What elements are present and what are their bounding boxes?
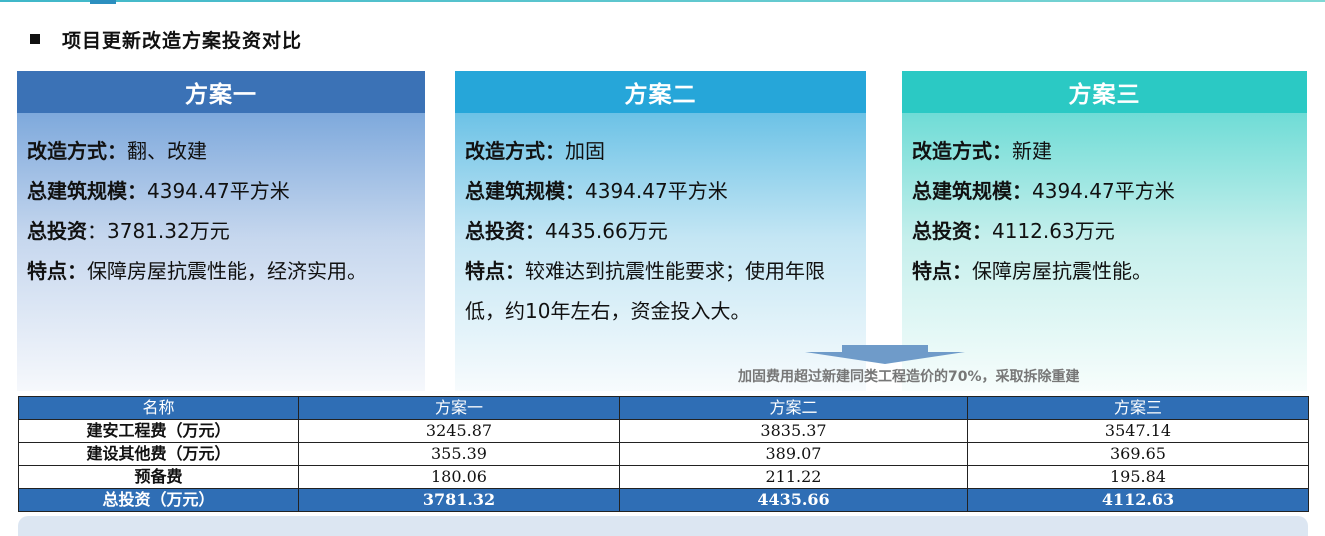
plan-field-scale: 总建筑规模：4394.47平方米	[912, 179, 1175, 203]
plan-card-text: 改造方式：新建 总建筑规模：4394.47平方米 总投资：4112.63万元 特…	[902, 113, 1307, 291]
field-label: 改造方式	[465, 139, 545, 163]
square-bullet-icon	[30, 34, 40, 44]
field-label: 总建筑规模	[465, 179, 565, 203]
plan-field-features: 特点：较难达到抗震性能要求；使用年限低，约10年左右，资金投入大。	[465, 259, 825, 323]
table-header-row: 名称 方案一 方案二 方案三	[18, 396, 1309, 420]
field-value: 4435.66万元	[545, 219, 668, 243]
plan-card-title: 方案一	[17, 71, 425, 113]
table-row: 预备费 180.06 211.22 195.84	[18, 465, 1309, 489]
row-value: 3245.87	[298, 419, 620, 443]
field-value: 翻、改建	[127, 139, 207, 163]
top-accent-mark	[90, 0, 116, 4]
table-header-plan-1: 方案一	[298, 396, 620, 420]
field-value: 3781.32万元	[107, 219, 230, 243]
plan-field-scale: 总建筑规模：4394.47平方米	[27, 179, 290, 203]
plan-card-title: 方案三	[902, 71, 1307, 113]
plan-card-body: 改造方式：翻、改建 总建筑规模：4394.47平方米 总投资：3781.32万元…	[17, 113, 425, 391]
row-name: 建安工程费（万元）	[18, 419, 299, 443]
plan-field-investment: 总投资：3781.32万元	[27, 219, 230, 243]
row-value: 195.84	[967, 465, 1309, 489]
plan-field-method: 改造方式：翻、改建	[27, 139, 207, 163]
table-header-plan-2: 方案二	[619, 396, 968, 420]
field-value: 新建	[1012, 139, 1052, 163]
row-value: 369.65	[967, 442, 1309, 466]
plan-field-scale: 总建筑规模：4394.47平方米	[465, 179, 728, 203]
plan-field-method: 改造方式：加固	[465, 139, 605, 163]
investment-table: 名称 方案一 方案二 方案三 建安工程费（万元） 3245.87 3835.37…	[18, 396, 1309, 512]
total-value: 3781.32	[298, 488, 620, 512]
field-label: 总建筑规模	[912, 179, 1012, 203]
field-label: 特点	[27, 259, 67, 283]
plan-card-text: 改造方式：加固 总建筑规模：4394.47平方米 总投资：4435.66万元 特…	[455, 113, 866, 331]
row-name: 建设其他费（万元）	[18, 442, 299, 466]
field-value: 加固	[565, 139, 605, 163]
field-value: 4394.47平方米	[147, 179, 290, 203]
total-value: 4112.63	[967, 488, 1309, 512]
total-value: 4435.66	[619, 488, 968, 512]
field-value: 保障房屋抗震性能。	[972, 259, 1152, 283]
plan-card-2: 方案二 改造方式：加固 总建筑规模：4394.47平方米 总投资：4435.66…	[455, 71, 866, 391]
plan-card-title: 方案二	[455, 71, 866, 113]
field-label: 改造方式	[27, 139, 107, 163]
table-total-row: 总投资（万元） 3781.32 4435.66 4112.63	[18, 488, 1309, 512]
page-title: 项目更新改造方案投资对比	[62, 29, 303, 52]
down-arrow-icon	[805, 345, 965, 364]
plan-field-features: 特点：保障房屋抗震性能。	[912, 259, 1152, 283]
decision-note: 加固费用超过新建同类工程造价的70%，采取拆除重建	[738, 369, 1080, 385]
field-label: 特点	[465, 259, 505, 283]
plan-field-method: 改造方式：新建	[912, 139, 1052, 163]
row-value: 389.07	[619, 442, 968, 466]
plan-card-text: 改造方式：翻、改建 总建筑规模：4394.47平方米 总投资：3781.32万元…	[17, 113, 425, 291]
top-accent-line	[0, 0, 1325, 2]
row-value: 3835.37	[619, 419, 968, 443]
row-value: 3547.14	[967, 419, 1309, 443]
field-value: 4394.47平方米	[1032, 179, 1175, 203]
row-value: 355.39	[298, 442, 620, 466]
plan-card-1: 方案一 改造方式：翻、改建 总建筑规模：4394.47平方米 总投资：3781.…	[17, 71, 425, 391]
table-row: 建安工程费（万元） 3245.87 3835.37 3547.14	[18, 419, 1309, 443]
row-value: 211.22	[619, 465, 968, 489]
field-label: 总投资	[912, 219, 972, 243]
field-label: 总投资	[465, 219, 525, 243]
plan-field-features: 特点：保障房屋抗震性能，经济实用。	[27, 259, 367, 283]
field-label: 特点	[912, 259, 952, 283]
field-label: 总建筑规模	[27, 179, 127, 203]
row-name: 预备费	[18, 465, 299, 489]
total-name: 总投资（万元）	[18, 488, 299, 512]
plan-card-3: 方案三 改造方式：新建 总建筑规模：4394.47平方米 总投资：4112.63…	[902, 71, 1307, 391]
table-header-name: 名称	[18, 396, 299, 420]
field-value: 4112.63万元	[992, 219, 1115, 243]
field-value: 4394.47平方米	[585, 179, 728, 203]
field-label: 总投资	[27, 219, 87, 243]
row-value: 180.06	[298, 465, 620, 489]
field-label: 改造方式	[912, 139, 992, 163]
plan-field-investment: 总投资：4112.63万元	[912, 219, 1115, 243]
plan-field-investment: 总投资：4435.66万元	[465, 219, 668, 243]
field-value: 保障房屋抗震性能，经济实用。	[87, 259, 367, 283]
bottom-panel	[18, 516, 1308, 536]
table-header-plan-3: 方案三	[967, 396, 1309, 420]
section-header: 项目更新改造方案投资对比	[30, 24, 302, 54]
table-row: 建设其他费（万元） 355.39 389.07 369.65	[18, 442, 1309, 466]
